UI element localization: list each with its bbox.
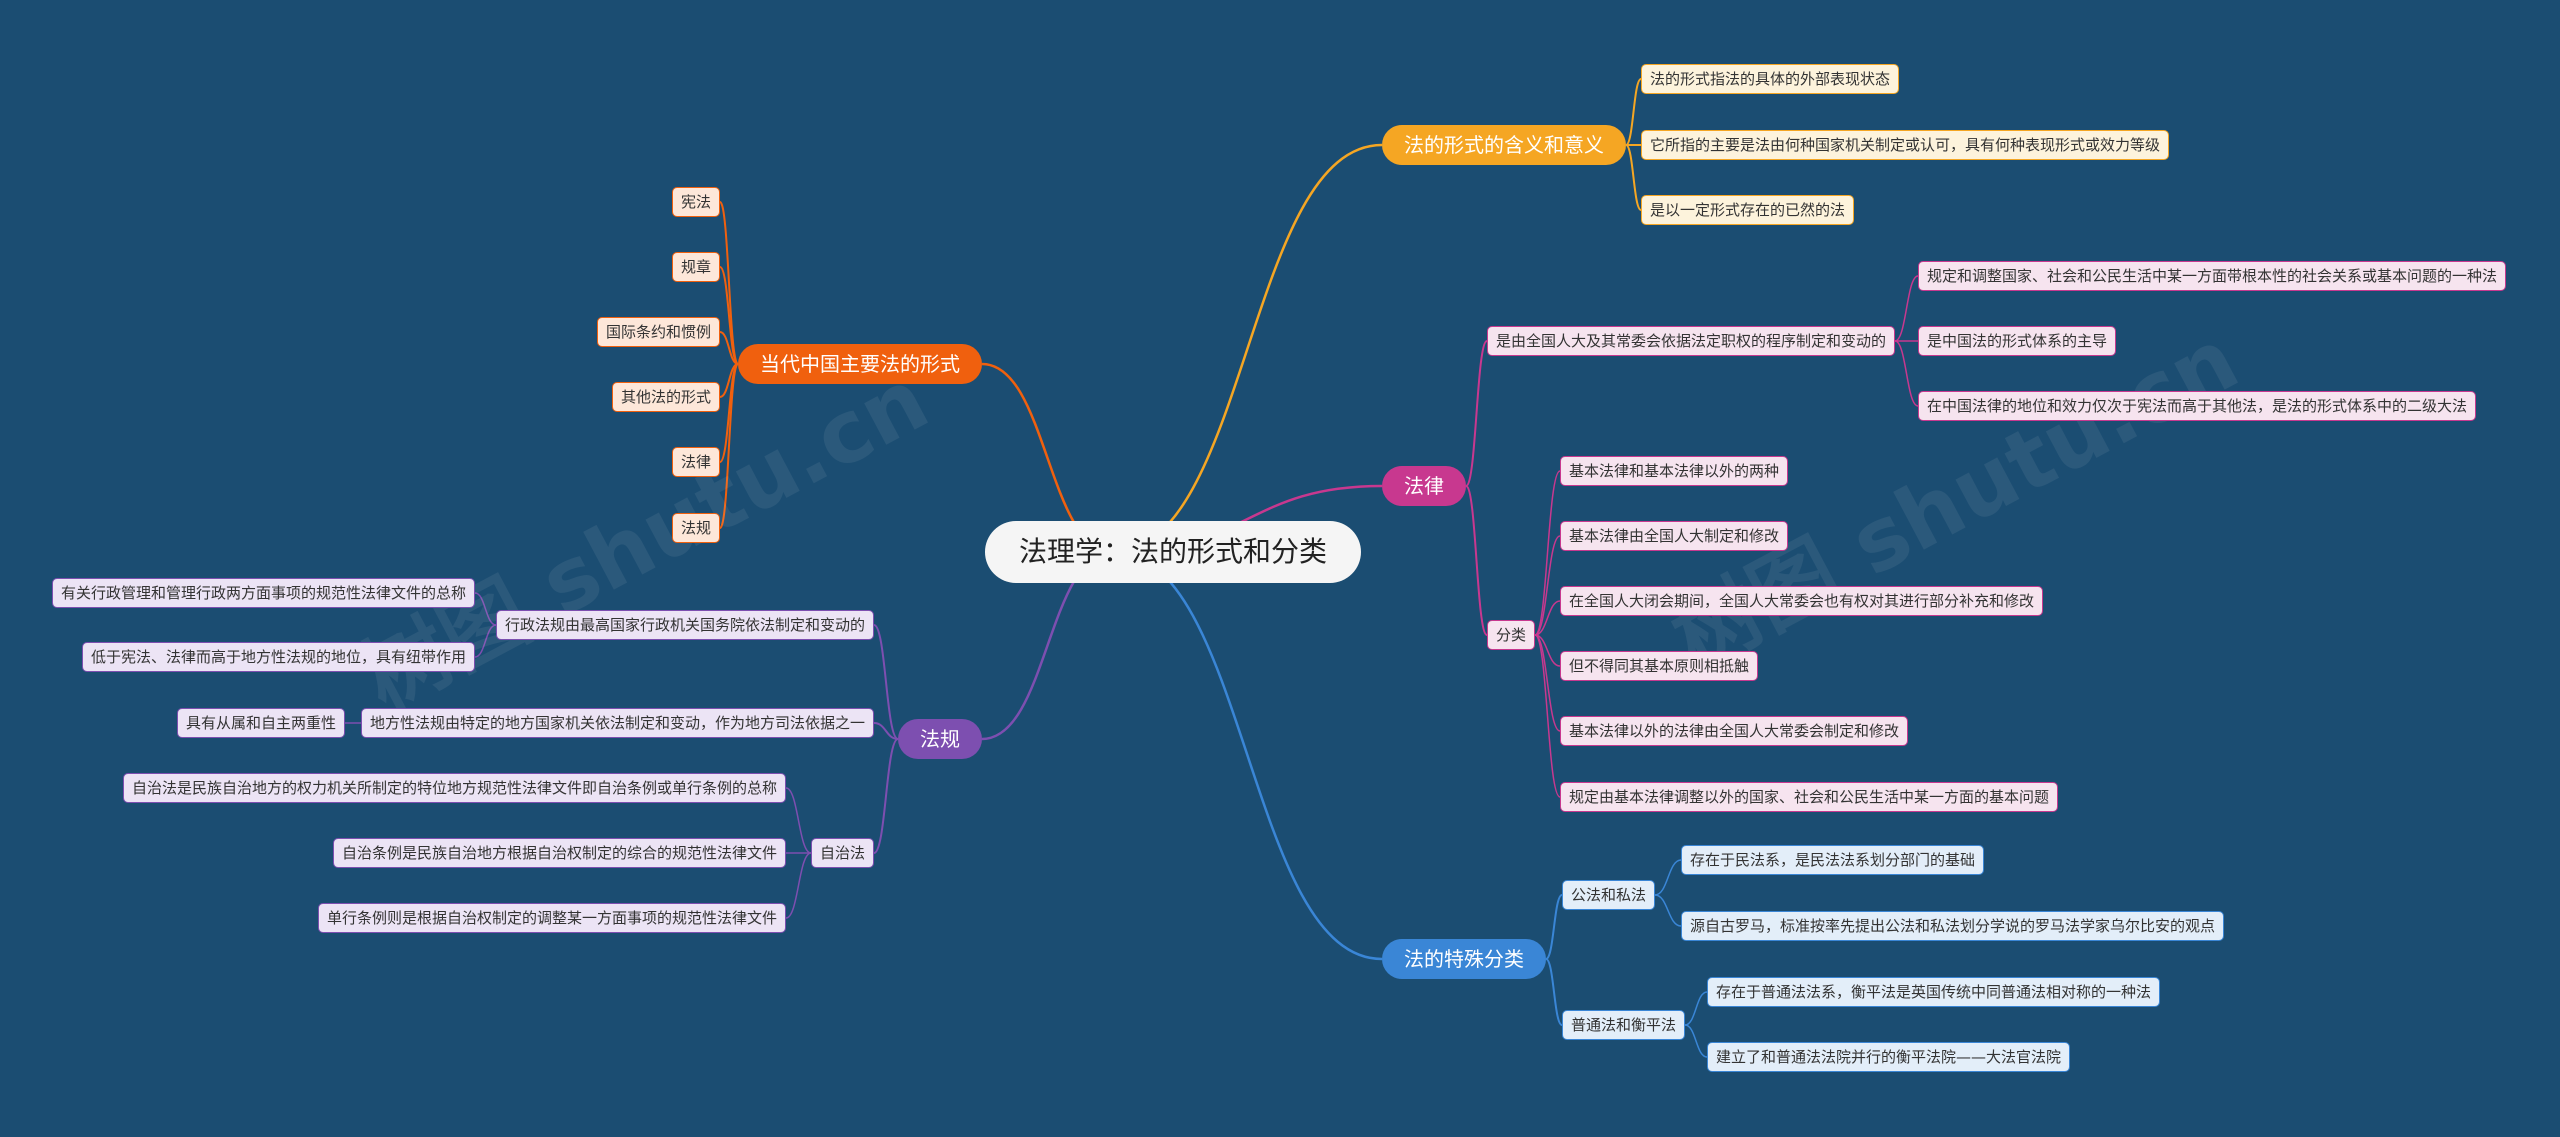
law-classification-item[interactable]: 但不得同其基本原则相抵触 [1560, 651, 1759, 681]
meaning-item[interactable]: 是以一定形式存在的已然的法 [1641, 195, 1855, 225]
connector [719, 363, 739, 529]
connector [1684, 991, 1708, 1026]
connector [1654, 859, 1682, 896]
connector [1534, 634, 1561, 798]
regulations-item[interactable]: 单行条例则是根据自治权制定的调整某一方面事项的规范性法律文件 [317, 903, 786, 933]
law-classification-item[interactable]: 在全国人大闭会期间，全国人大常委会也有权对其进行部分补充和修改 [1560, 586, 2044, 616]
connector [1465, 340, 1488, 487]
connector [1112, 143, 1383, 554]
forms-item[interactable]: 法规 [671, 513, 720, 543]
forms-item[interactable]: 其他法的形式 [611, 382, 720, 412]
forms-item[interactable]: 规章 [671, 252, 720, 282]
forms-item[interactable]: 宪法 [671, 187, 720, 217]
regulations-group[interactable]: 自治法 [810, 838, 874, 868]
regulations-item[interactable]: 低于宪法、法律而高于地方性法规的地位，具有纽带作用 [81, 642, 475, 672]
regulations-group[interactable]: 行政法规由最高国家行政机关国务院依法制定和变动的 [495, 610, 874, 640]
connector [785, 852, 812, 919]
special-group[interactable]: 普通法和衡平法 [1562, 1010, 1686, 1040]
special-item[interactable]: 建立了和普通法法院并行的衡平法院——大法官法院 [1707, 1042, 2071, 1072]
connector [719, 201, 739, 365]
law-classification-item[interactable]: 基本法律由全国人大制定和修改 [1560, 521, 1789, 551]
branch-meaning[interactable]: 法的形式的含义和意义 [1382, 125, 1626, 165]
branch-special-classification[interactable]: 法的特殊分类 [1382, 939, 1546, 979]
law-definition[interactable]: 是由全国人大及其常委会依据法定职权的程序制定和变动的 [1487, 326, 1896, 356]
connector [1545, 894, 1563, 960]
law-classification[interactable]: 分类 [1487, 620, 1536, 650]
connector [1465, 485, 1488, 636]
regulations-item[interactable]: 自治法是民族自治地方的权力机关所制定的特位地方规范性法律文件即自治条例或单行条例… [122, 773, 786, 803]
law-definition-item[interactable]: 在中国法律的地位和效力仅次于宪法而高于其他法，是法的形式体系中的二级大法 [1918, 391, 2477, 421]
connector [1112, 550, 1383, 961]
connector [873, 624, 899, 740]
special-item[interactable]: 源自古罗马，标准按率先提出公法和私法划分学说的罗马法学家乌尔比安的观点 [1681, 911, 2225, 941]
special-group[interactable]: 公法和私法 [1562, 880, 1656, 910]
mind-map-canvas: 树图 shutu.cn 树图 shutu.cn 法理学：法的形式和分类 法的形式… [0, 0, 2560, 1137]
connector [1625, 78, 1642, 146]
law-classification-item[interactable]: 规定由基本法律调整以外的国家、社会和公民生活中某一方面的基本问题 [1560, 782, 2059, 812]
forms-item[interactable]: 国际条约和惯例 [596, 317, 720, 347]
connector [474, 624, 497, 658]
law-definition-item[interactable]: 规定和调整国家、社会和公民生活中某一方面带根本性的社会关系或基本问题的一种法 [1918, 261, 2507, 291]
connector [474, 592, 497, 626]
special-item[interactable]: 存在于普通法法系，衡平法是英国传统中同普通法相对称的一种法 [1707, 977, 2161, 1007]
regulations-item[interactable]: 具有从属和自主两重性 [176, 708, 345, 738]
branch-regulations[interactable]: 法规 [898, 719, 982, 759]
law-classification-item[interactable]: 基本法律和基本法律以外的两种 [1560, 456, 1789, 486]
connector [1654, 894, 1682, 927]
regulations-item[interactable]: 自治条例是民族自治地方根据自治权制定的综合的规范性法律文件 [332, 838, 786, 868]
connector [1894, 340, 1919, 407]
connector [1534, 470, 1561, 636]
meaning-item[interactable]: 法的形式指法的具体的外部表现状态 [1641, 64, 1900, 94]
meaning-item[interactable]: 它所指的主要是法由何种国家机关制定或认可，具有何种表现形式或效力等级 [1641, 130, 2170, 160]
regulations-item[interactable]: 有关行政管理和管理行政两方面事项的规范性法律文件的总称 [51, 578, 475, 608]
law-definition-item[interactable]: 是中国法的形式体系的主导 [1918, 326, 2117, 356]
special-item[interactable]: 存在于民法系，是民法法系划分部门的基础 [1681, 845, 1985, 875]
root-topic[interactable]: 法理学：法的形式和分类 [984, 521, 1362, 583]
law-classification-item[interactable]: 基本法律以外的法律由全国人大常委会制定和修改 [1560, 716, 1909, 746]
connector [1545, 958, 1563, 1026]
branch-law[interactable]: 法律 [1382, 466, 1466, 506]
branch-main-forms[interactable]: 当代中国主要法的形式 [738, 344, 982, 384]
regulations-group[interactable]: 地方性法规由特定的地方国家机关依法制定和变动，作为地方司法依据之一 [360, 708, 874, 738]
connector [1625, 144, 1642, 211]
connector [1684, 1024, 1708, 1058]
connector [785, 787, 812, 854]
connector [1894, 275, 1919, 342]
forms-item[interactable]: 法律 [671, 447, 720, 477]
connector [873, 738, 899, 854]
